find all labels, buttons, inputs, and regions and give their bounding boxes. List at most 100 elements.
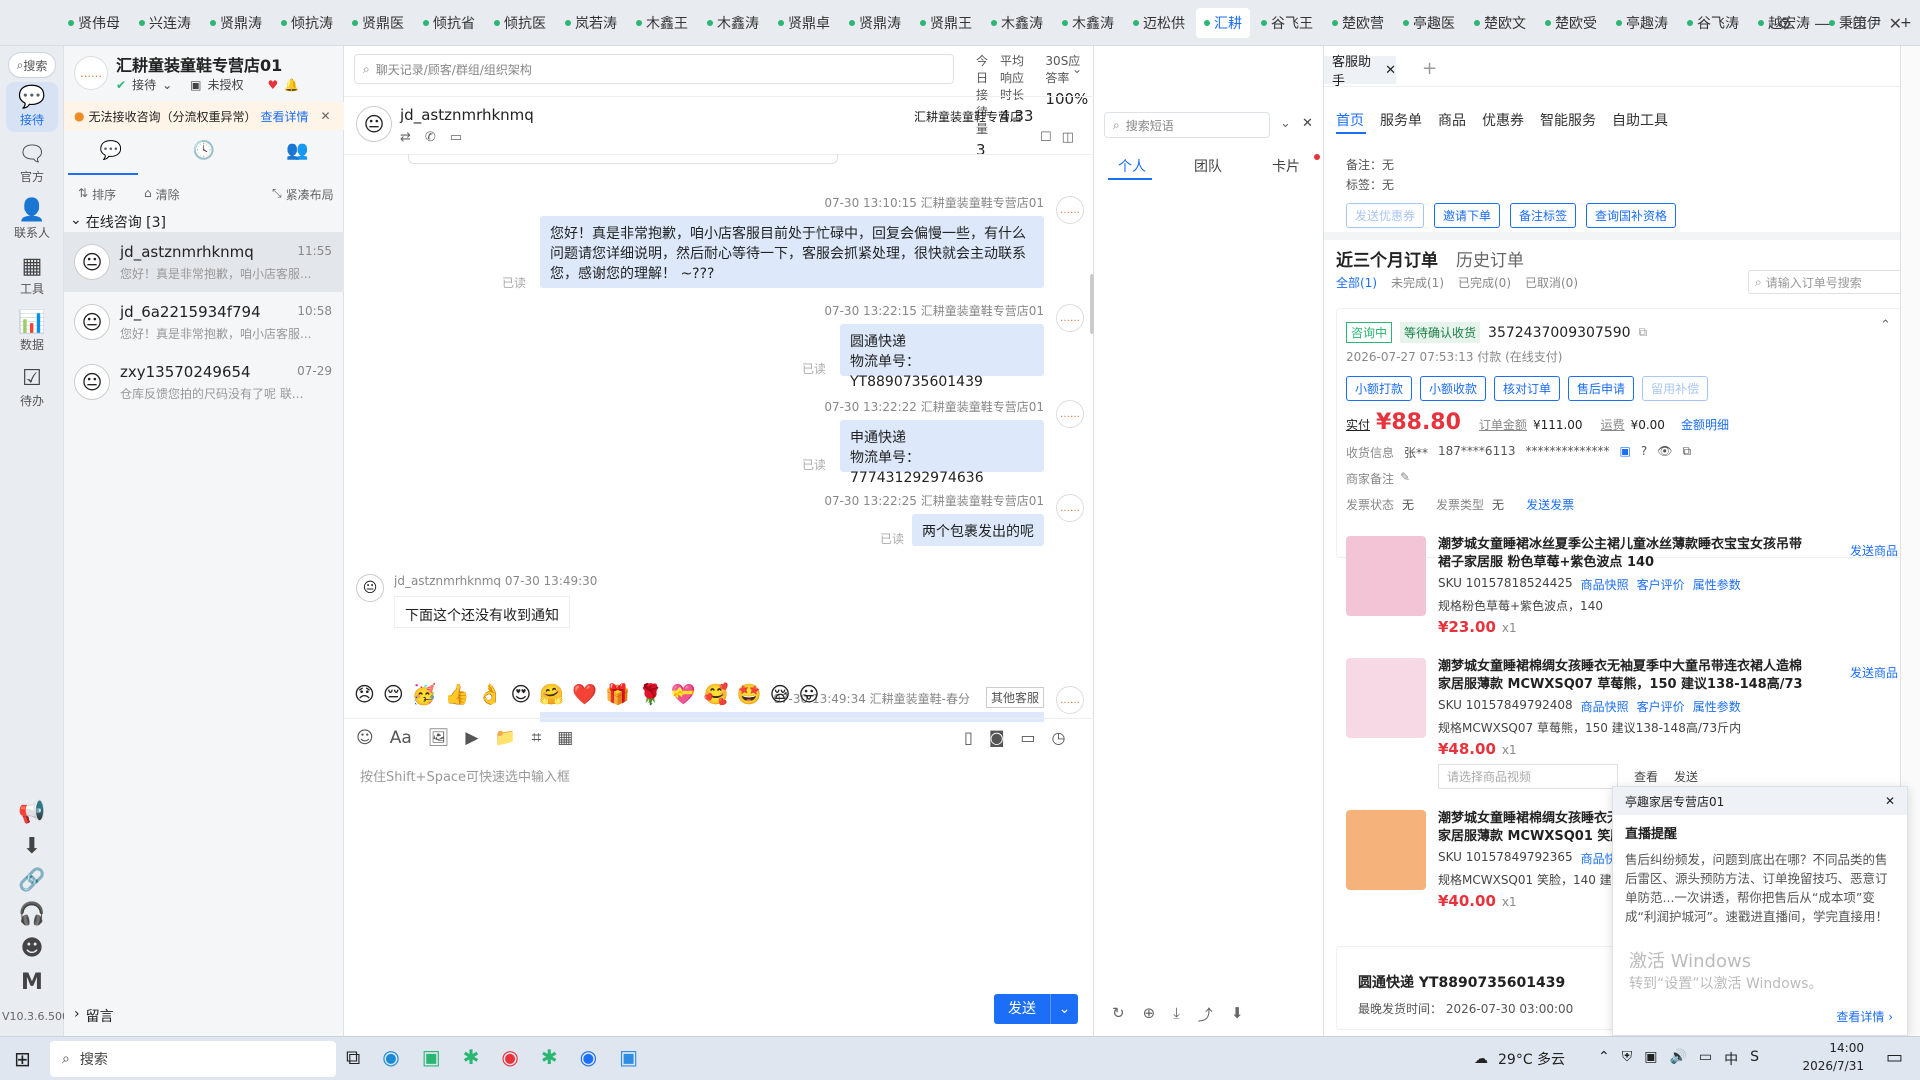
browser-icon[interactable]: ◉ <box>580 1045 597 1069</box>
clock-icon[interactable]: 🕓 <box>193 140 215 161</box>
shop-tab[interactable]: 亭趣医 <box>1395 8 1463 38</box>
shop-tab[interactable]: 楚欧受 <box>1537 8 1605 38</box>
bot-button[interactable]: ☻ <box>0 936 64 962</box>
popup-detail-link[interactable]: 查看详情 › <box>1836 1008 1893 1025</box>
import-icon[interactable]: ⤓ <box>1173 1004 1180 1025</box>
amount-detail-link[interactable]: 金额明细 <box>1681 416 1729 433</box>
close-icon[interactable]: ✕ <box>1889 14 1902 33</box>
shop-tab[interactable]: 贤鼎王 <box>912 8 980 38</box>
quick-search-input[interactable]: ⌕ 搜索短语 <box>1104 112 1270 138</box>
conversation-item[interactable]: 😐 zxy13570249654 仓库反馈您拍的尺码没有了呢 联... 07-29 <box>64 352 344 412</box>
emoji-item[interactable]: 🥳 <box>412 682 437 706</box>
tab-team[interactable]: 团队 <box>1194 156 1222 176</box>
assistant-tab[interactable]: 客服助手 ✕ <box>1324 55 1396 89</box>
conversation-item[interactable]: 😐 jd_astznmrhknmq 您好！真是非常抱歉，咱小店客服... 11:55 <box>64 232 344 292</box>
tab-history-orders[interactable]: 历史订单 <box>1456 246 1524 271</box>
order-filter[interactable]: 已取消(0) <box>1525 274 1578 291</box>
nav-todo[interactable]: ☑ 待办 <box>0 366 64 414</box>
taskbar-search[interactable]: ⌕ 搜索 <box>50 1041 336 1077</box>
export-icon[interactable]: ⤴ <box>1198 1004 1213 1025</box>
close-icon[interactable]: ✕ <box>321 109 331 123</box>
view-link[interactable]: 查看 <box>1634 768 1658 785</box>
order-filter[interactable]: 已完成(0) <box>1458 274 1511 291</box>
notification-icon[interactable]: ▭ <box>1886 1047 1903 1068</box>
chat-search-input[interactable]: ⌕ 聊天记录/顾客/群组/组织架构 <box>354 54 954 84</box>
auth-status[interactable]: 未授权 <box>207 76 243 93</box>
conversation-item[interactable]: 😐 jd_6a2215934f794 您好！真是非常抱歉，咱小店客服... 10:58 <box>64 292 344 352</box>
product-title[interactable]: 潮梦城女童睡裙棉绸女孩睡衣无袖夏季中大童吊带连衣裙人造棉家居服薄款 MCWXSQ… <box>1438 658 1808 694</box>
maximize-icon[interactable]: ☐ <box>1852 14 1866 33</box>
edit-icon[interactable]: ✎ <box>1400 470 1410 487</box>
headset-button[interactable]: 🎧 <box>0 902 64 928</box>
app-star2-icon[interactable]: ✱ <box>541 1045 558 1069</box>
shop-tab[interactable]: 谷飞涛 <box>1679 8 1747 38</box>
help-icon[interactable]: ? <box>1641 444 1647 461</box>
document-icon[interactable]: ▯ <box>964 728 973 747</box>
close-icon[interactable]: ✕ <box>1885 794 1895 808</box>
shop-tab[interactable]: 木鑫涛 <box>699 8 767 38</box>
note-icon[interactable]: ▭ <box>450 130 462 145</box>
group-icon[interactable]: 👥 <box>286 140 308 161</box>
shop-tab[interactable]: 汇耕 <box>1196 8 1250 38</box>
settings-icon[interactable]: ⚙ <box>1778 14 1792 33</box>
nav-contacts[interactable]: 👤 联系人 <box>0 198 64 246</box>
assistant-nav-item[interactable]: 商品 <box>1438 110 1466 130</box>
bookmark-icon[interactable]: ☐ <box>1040 130 1052 145</box>
copy-icon[interactable]: ⧉ <box>1639 325 1648 340</box>
product-link[interactable]: 属性参数 <box>1693 698 1741 715</box>
product-image[interactable] <box>1346 658 1426 738</box>
send-coupon-button[interactable]: 发送优惠券 <box>1346 203 1425 228</box>
sound-icon[interactable]: 🔊 <box>1669 1049 1686 1069</box>
copy-icon[interactable]: ⧉ <box>1682 444 1691 461</box>
download-button[interactable]: ⬇ <box>0 834 64 860</box>
close-icon[interactable]: ✕ <box>1385 63 1396 78</box>
send-button[interactable]: 发送 ⌄ <box>994 994 1078 1024</box>
product-link[interactable]: 商品快照 <box>1581 698 1629 715</box>
chevron-down-icon[interactable]: ⌄ <box>1050 994 1078 1024</box>
nav-search-button[interactable]: ⌕ 搜索 <box>8 52 56 78</box>
clear-button[interactable]: ⌂ 清除 <box>144 186 180 203</box>
order-filter[interactable]: 未完成(1) <box>1391 274 1444 291</box>
edge-icon[interactable]: ◉ <box>382 1045 399 1069</box>
chevron-up-icon[interactable]: ⌃ <box>1880 318 1891 333</box>
video-icon[interactable]: ▶ <box>465 728 478 748</box>
send-product-link[interactable]: 发送商品 <box>1850 664 1898 681</box>
shop-tab[interactable]: 亭趣涛 <box>1608 8 1676 38</box>
comment-icon[interactable]: ▭ <box>1020 728 1035 747</box>
shop-tab[interactable]: 贤鼎涛 <box>202 8 270 38</box>
chevron-down-icon[interactable]: ⌄ <box>1072 62 1082 76</box>
after-sale-button[interactable]: 售后申请 <box>1568 376 1635 401</box>
message-input[interactable]: 按住Shift+Space可快速选中输入框 <box>360 766 570 785</box>
tab-recent-orders[interactable]: 近三个月订单 <box>1336 246 1438 271</box>
shop-tab[interactable]: 倾抗医 <box>486 8 554 38</box>
shop-tab[interactable]: 贤鼎涛 <box>841 8 909 38</box>
emoji-item[interactable]: 🎁 <box>605 682 630 706</box>
reception-status[interactable]: 接待 <box>132 76 156 93</box>
product-link[interactable]: 客户评价 <box>1637 576 1685 593</box>
shop-tab[interactable]: 贤鼎医 <box>344 8 412 38</box>
product-image[interactable] <box>1346 536 1426 616</box>
send-video-link[interactable]: 发送 <box>1674 768 1698 785</box>
emoji-item[interactable]: 💝 <box>671 682 696 706</box>
sort-button[interactable]: ⇅ 排序 <box>78 186 116 203</box>
emoji-item[interactable]: 😛 <box>799 682 820 706</box>
chevrons-down-icon[interactable]: ⌄ <box>1280 116 1291 131</box>
product-link[interactable]: 属性参数 <box>1693 576 1741 593</box>
camera-icon[interactable]: ◙ <box>989 728 1005 747</box>
font-icon[interactable]: Aa <box>390 728 412 748</box>
image-icon[interactable]: 🖼 <box>428 728 450 748</box>
nav-official[interactable]: 🗨 官方 <box>0 142 64 190</box>
tab-card[interactable]: 卡片 <box>1272 156 1300 176</box>
add-icon[interactable]: ⊕ <box>1143 1004 1156 1025</box>
note-tag-button[interactable]: 备注标签 <box>1510 203 1577 228</box>
shop-tab[interactable]: 迈松供 <box>1125 8 1193 38</box>
emoji-item[interactable]: 👌 <box>478 682 503 706</box>
folder-icon[interactable]: 📁 <box>494 728 515 748</box>
link-button[interactable]: 🔗 <box>0 868 64 894</box>
product-title[interactable]: 潮梦城女童睡裙冰丝夏季公主裙儿童冰丝薄款睡衣宝宝女孩吊带裙子家居服 粉色草莓+紫… <box>1438 536 1808 572</box>
product-link[interactable]: 客户评价 <box>1637 698 1685 715</box>
assistant-nav-item[interactable]: 服务单 <box>1380 110 1422 130</box>
wechat-icon[interactable]: ▣ <box>422 1045 441 1069</box>
shop-tab[interactable]: 倾抗省 <box>415 8 483 38</box>
download-icon[interactable]: ⬇ <box>1231 1004 1244 1025</box>
